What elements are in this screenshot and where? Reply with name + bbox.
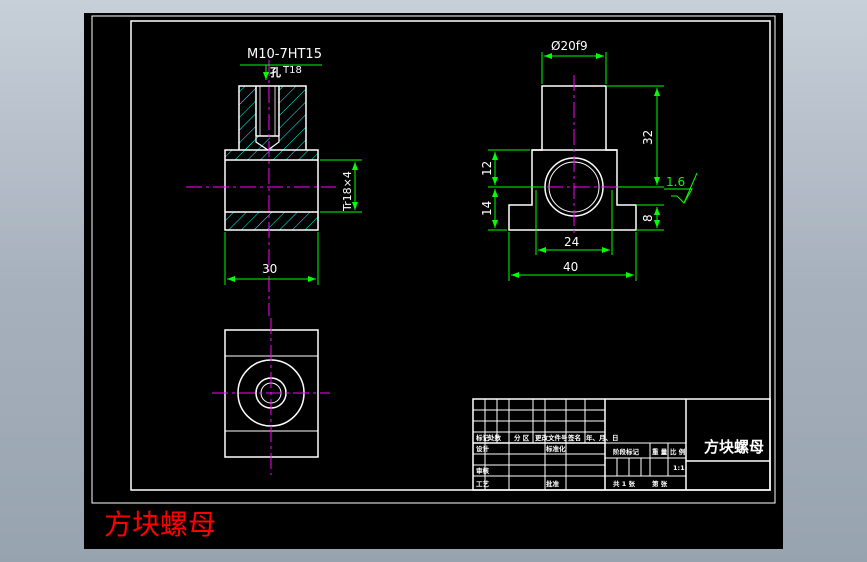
hatch-upper-wall [225,150,318,160]
label-scale-value: 1:1 [673,464,685,472]
thread-dimension-label: Tr18×4 [341,171,354,212]
label-weight: 重 量 [652,447,668,456]
label-approve: 批准 [546,479,560,488]
label-change-doc: 更改文件号 [535,433,568,442]
title-block-part-name: 方块螺母 [704,438,764,456]
dimension-40: 40 [563,260,578,274]
hole-note-char: 孔 [270,66,281,79]
label-standardize: 标准化 [545,444,566,453]
dimension-24: 24 [564,235,579,249]
label-process: 工艺 [476,479,490,488]
dimension-14: 14 [480,201,494,216]
label-date: 年、月、日 [586,433,619,442]
label-scale: 比 例 [670,447,686,456]
thread-note: M10-7HT15 [247,47,322,62]
label-sheet: 第 张 [652,479,668,488]
label-count: 处数 [487,433,502,442]
hole-note-depth: T18 [282,65,302,76]
cad-drawing-canvas: M10-7HT15 孔 T18 Tr18×4 30 Ø20f9 32 8 12 … [84,13,783,549]
dimension-diameter: Ø20f9 [551,39,588,53]
dimension-30: 30 [262,262,277,276]
dimension-8: 8 [641,214,655,222]
label-design: 设计 [476,444,490,453]
roughness-value: 1.6 [666,175,685,189]
label-review: 审核 [476,466,490,475]
label-stage-mark: 阶段标记 [613,447,640,456]
drawing-caption: 方块螺母 [104,508,216,541]
dimension-12: 12 [480,161,494,176]
label-sign: 签名 [567,433,581,442]
label-sheets: 共 1 张 [613,479,636,488]
dimension-32: 32 [641,130,655,145]
hatch-lower-wall [225,212,318,230]
label-zone: 分 区 [514,433,530,442]
